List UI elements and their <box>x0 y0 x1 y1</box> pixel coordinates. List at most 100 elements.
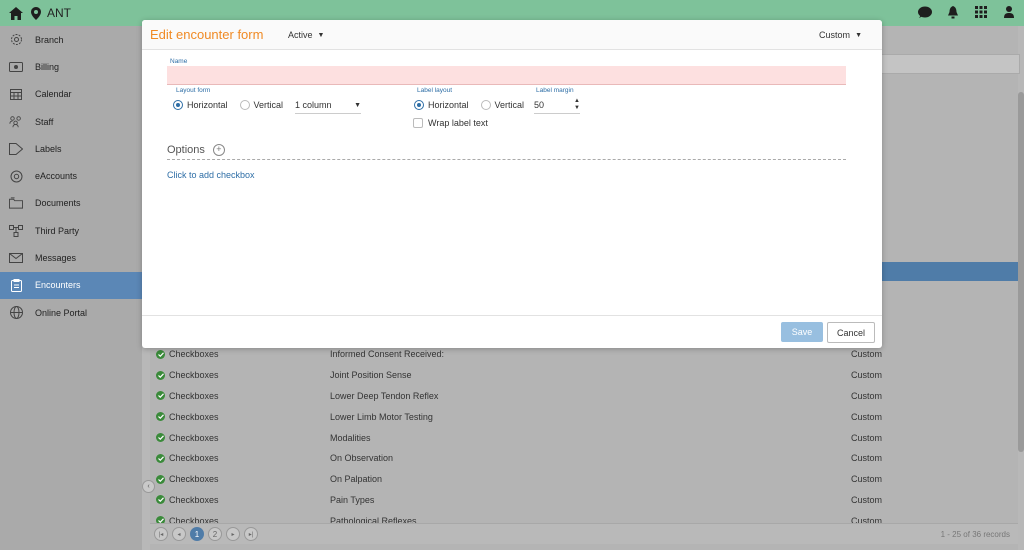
name-input[interactable] <box>167 66 846 85</box>
columns-value: 1 column <box>295 100 332 110</box>
page-button[interactable]: 2 <box>208 527 222 541</box>
sidebar-item-label: Calendar <box>35 89 72 100</box>
row-type: Checkboxes <box>169 390 219 401</box>
scrollbar[interactable] <box>1018 92 1024 452</box>
wrap-label-checkbox[interactable]: Wrap label text <box>413 118 488 128</box>
sidebar-item-billing[interactable]: Billing <box>0 53 142 80</box>
sidebar-item-label: Documents <box>35 198 81 209</box>
clipboard-icon <box>9 278 23 292</box>
label-margin-value: 50 <box>534 99 545 110</box>
radio-unselected[interactable] <box>480 100 491 110</box>
save-button[interactable]: Save <box>781 322 823 342</box>
tag-icon <box>9 142 23 156</box>
add-option-plus-icon[interactable]: + <box>212 143 225 156</box>
label-vertical-option[interactable]: Vertical <box>480 100 525 110</box>
label-layout-radio-group: Horizontal Vertical <box>414 100 536 110</box>
wrap-label-text: Wrap label text <box>428 118 488 128</box>
first-page-button[interactable]: |◂ <box>154 527 168 541</box>
dialog-title: Edit encounter form <box>150 27 264 42</box>
row-category: Custom <box>851 370 883 381</box>
columns-select[interactable]: 1 column ▼ <box>295 97 361 114</box>
add-checkbox-link[interactable]: Click to add checkbox <box>167 170 255 180</box>
radio-selected[interactable] <box>414 100 424 110</box>
layout-form-label: Layout form <box>176 87 211 94</box>
home-icon[interactable] <box>9 6 23 20</box>
sidebar: Branch Billing Calendar Staff Labels eAc… <box>0 26 142 550</box>
sidebar-item-documents[interactable]: Documents <box>0 190 142 217</box>
radio-unselected[interactable] <box>239 100 250 110</box>
label-margin-stepper[interactable]: 50 ▲ ▼ <box>534 96 580 114</box>
layout-form-radio-group: Horizontal Vertical <box>173 100 295 110</box>
check-circle-icon <box>156 349 165 359</box>
check-circle-icon <box>156 495 165 505</box>
table-row[interactable]: Checkboxes Pain Types Custom <box>150 490 1018 511</box>
row-category: Custom <box>851 349 883 360</box>
check-circle-icon <box>156 474 165 484</box>
status-dropdown[interactable]: Active ▼ <box>288 30 324 40</box>
row-category: Custom <box>851 494 883 505</box>
apps-grid-icon[interactable] <box>974 5 988 19</box>
option-label: Vertical <box>494 100 525 110</box>
staff-icon <box>9 115 23 129</box>
radio-selected[interactable] <box>173 100 183 110</box>
collapse-sidebar-button[interactable]: ‹ <box>142 480 155 493</box>
cancel-button[interactable]: Cancel <box>827 322 875 343</box>
network-icon <box>9 224 23 238</box>
table-row[interactable]: Checkboxes Lower Limb Motor Testing Cust… <box>150 406 1018 427</box>
row-category: Custom <box>851 453 883 464</box>
name-label: Name <box>170 58 188 65</box>
sidebar-item-third-party[interactable]: Third Party <box>0 217 142 244</box>
record-count: 1 - 25 of 36 records <box>940 529 1010 539</box>
sidebar-item-label: eAccounts <box>35 171 78 182</box>
sidebar-item-online-portal[interactable]: Online Portal <box>0 299 142 326</box>
sidebar-item-labels[interactable]: Labels <box>0 135 142 162</box>
options-section-header: Options + <box>167 140 846 160</box>
table-row[interactable]: Checkboxes On Palpation Custom <box>150 469 1018 490</box>
checkbox-unchecked[interactable] <box>413 118 423 128</box>
table-row[interactable]: Checkboxes Lower Deep Tendon Reflex Cust… <box>150 386 1018 407</box>
sidebar-item-label: Staff <box>35 116 54 127</box>
gear-icon <box>9 33 23 47</box>
layout-horizontal-option[interactable]: Horizontal <box>173 100 228 110</box>
table-row[interactable]: Checkboxes Joint Position Sense Custom <box>150 365 1018 386</box>
sidebar-item-label: Third Party <box>35 225 80 236</box>
sidebar-item-staff[interactable]: Staff <box>0 108 142 135</box>
table-row[interactable]: Checkboxes Modalities Custom <box>150 427 1018 448</box>
check-circle-icon <box>156 391 165 401</box>
sidebar-item-encounters[interactable]: Encounters <box>0 271 142 299</box>
sidebar-item-messages[interactable]: Messages <box>0 244 142 271</box>
sidebar-item-branch[interactable]: Branch <box>0 26 142 53</box>
last-page-button[interactable]: ▸| <box>244 527 258 541</box>
sidebar-item-label: Messages <box>35 253 77 264</box>
table-row[interactable]: Checkboxes On Observation Custom <box>150 448 1018 469</box>
label-horizontal-option[interactable]: Horizontal <box>414 100 469 110</box>
layout-vertical-option[interactable]: Vertical <box>239 100 283 110</box>
row-category: Custom <box>851 390 883 401</box>
options-label: Options <box>167 143 205 156</box>
sidebar-item-eaccounts[interactable]: eAccounts <box>0 162 142 189</box>
stepper-arrows-icon[interactable]: ▲ ▼ <box>574 98 580 112</box>
caret-down-icon: ▼ <box>855 31 862 39</box>
page-button-current[interactable]: 1 <box>190 527 204 541</box>
dialog-header: Edit encounter form Active ▼ Custom ▼ <box>142 20 882 50</box>
row-type: Checkboxes <box>169 494 219 505</box>
row-name: Lower Deep Tendon Reflex <box>330 390 439 401</box>
next-page-button[interactable]: ▸ <box>226 527 240 541</box>
money-icon <box>9 60 23 74</box>
row-name: Lower Limb Motor Testing <box>330 411 433 422</box>
row-name: Informed Consent Received: <box>330 349 445 360</box>
user-icon[interactable] <box>1002 5 1016 19</box>
chat-icon[interactable] <box>918 5 932 19</box>
row-name: Modalities <box>330 432 371 443</box>
sidebar-item-calendar[interactable]: Calendar <box>0 81 142 108</box>
at-icon <box>9 169 23 183</box>
table-body: Checkboxes Informed Consent Received: Cu… <box>150 344 1018 531</box>
bell-icon[interactable] <box>946 5 960 19</box>
prev-page-button[interactable]: ◂ <box>172 527 186 541</box>
option-label: Horizontal <box>428 100 469 110</box>
row-type: Checkboxes <box>169 432 219 443</box>
sidebar-item-label: Labels <box>35 143 62 154</box>
category-dropdown[interactable]: Custom ▼ <box>819 30 862 40</box>
clinic-name[interactable]: ANT <box>47 6 71 20</box>
option-label: Horizontal <box>187 100 228 110</box>
